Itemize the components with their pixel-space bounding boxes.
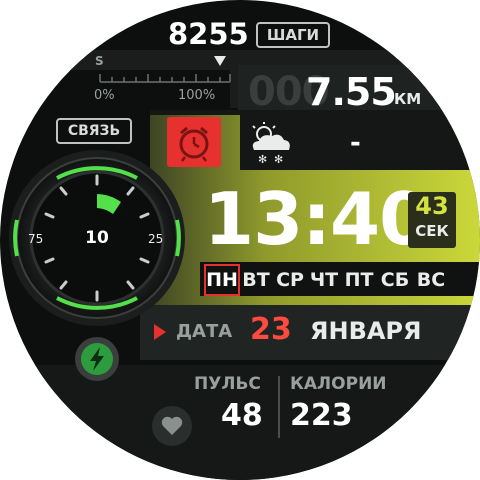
gauge-arc-right [175,219,181,257]
pulse-label: ПУЛЬС [194,374,261,394]
svg-text:✻: ✻ [258,153,267,166]
time-seconds-label: СЕК [415,222,449,240]
weather-temperature: - [350,128,361,158]
steps-progress-end: 100% [178,88,216,103]
calories-label: КАЛОРИИ [290,374,387,394]
gauge-value: 10 [85,228,109,248]
weekday-sun: ВС [416,269,446,291]
time-hours: 13 [204,177,303,261]
weekday-tue: ВТ [242,269,270,291]
distance-value: 7.55 [306,70,397,114]
weekday-wed: СР [276,269,304,291]
weekday-thu: ЧТ [309,269,339,291]
date-month: ЯНВАРЯ [310,317,422,345]
pulse-value: 48 [221,398,263,433]
progress-pointer [214,56,226,66]
charge-button[interactable] [75,337,119,381]
weekday-mon: ПН [204,264,240,296]
gauge-arc-left [13,219,19,257]
time-seconds: 43 [415,192,449,220]
heart-button[interactable] [152,406,192,446]
weekday-fri: ПТ [344,269,374,291]
gauge-right-label: 25 [148,232,164,246]
calories-value: 223 [290,398,353,433]
gauge-level [97,194,121,214]
svg-text:✻: ✻ [274,153,283,166]
weekday-sat: СБ [380,269,410,291]
steps-progress-start: 0% [94,88,115,103]
time-display: 13:40 [204,177,429,261]
lightning-bolt-icon [81,343,113,375]
date-day: 23 [250,312,292,347]
snow-cloud-icon: ✻ ✻ [252,122,290,166]
distance-unit: КМ [394,90,422,108]
connection-status[interactable]: СВЯЗЬ [56,118,132,144]
watch-face: 8255 ШАГИ S 0% 100% 000 7.55 КМ СВЯЗЬ ✻ … [0,0,480,480]
steps-label: ШАГИ [256,22,330,48]
seconds-box: 43 СЕК [408,192,456,248]
steps-value: 8255 [168,17,249,51]
steps-scale-letter: S [95,54,104,68]
gauge-left-label: 75 [28,232,44,246]
stats-divider [278,376,280,438]
heart-icon [161,416,183,435]
steps-progress-scale [99,56,231,83]
time-colon: : [302,177,331,261]
